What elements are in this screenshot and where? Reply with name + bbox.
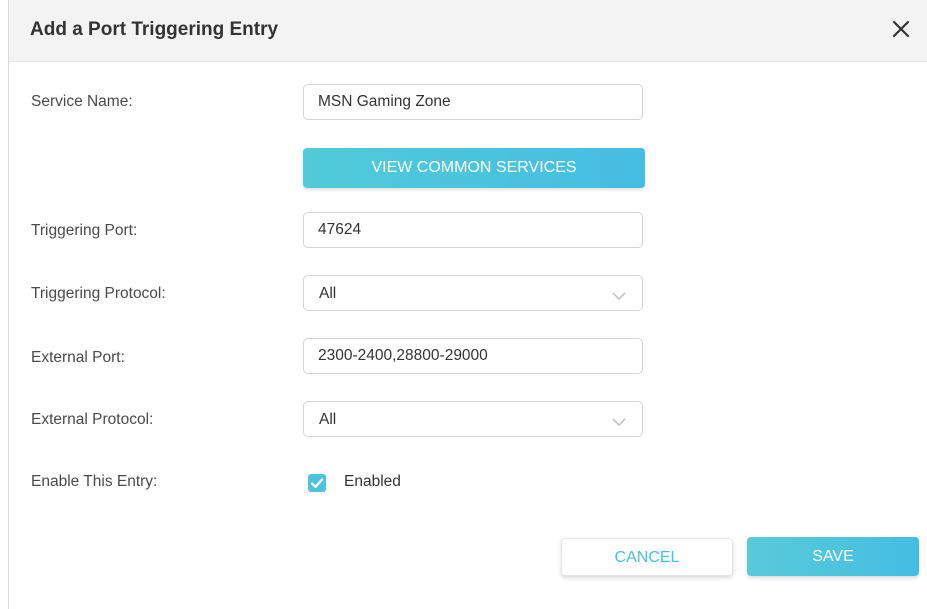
checkmark-icon xyxy=(310,478,324,489)
chevron-down-icon xyxy=(612,288,626,300)
dialog-header: Add a Port Triggering Entry xyxy=(9,0,927,62)
port-triggering-dialog: Add a Port Triggering Entry Service Name… xyxy=(8,0,927,609)
external-port-field[interactable] xyxy=(303,338,643,374)
triggering-port-field[interactable] xyxy=(303,212,643,248)
service-name-label: Service Name: xyxy=(31,93,133,110)
close-icon[interactable] xyxy=(889,17,913,41)
chevron-down-icon xyxy=(612,414,626,426)
external-protocol-value: All xyxy=(319,411,337,428)
triggering-protocol-select[interactable]: All xyxy=(303,275,643,311)
triggering-port-input[interactable] xyxy=(318,213,618,247)
external-port-label: External Port: xyxy=(31,349,125,366)
view-common-services-button[interactable]: VIEW COMMON SERVICES xyxy=(303,148,645,188)
cancel-button[interactable]: CANCEL xyxy=(561,538,733,576)
dialog-title: Add a Port Triggering Entry xyxy=(30,19,279,40)
enable-entry-label: Enable This Entry: xyxy=(31,473,158,490)
external-protocol-select[interactable]: All xyxy=(303,401,643,437)
enabled-checkbox[interactable] xyxy=(308,474,326,492)
enabled-checkbox-label[interactable]: Enabled xyxy=(344,473,401,491)
external-protocol-label: External Protocol: xyxy=(31,411,154,428)
save-button[interactable]: SAVE xyxy=(747,537,919,576)
service-name-field[interactable] xyxy=(303,84,643,120)
triggering-port-label: Triggering Port: xyxy=(31,222,138,239)
service-name-input[interactable] xyxy=(318,85,618,119)
triggering-protocol-value: All xyxy=(319,285,337,302)
triggering-protocol-label: Triggering Protocol: xyxy=(31,285,166,302)
external-port-input[interactable] xyxy=(318,339,618,373)
